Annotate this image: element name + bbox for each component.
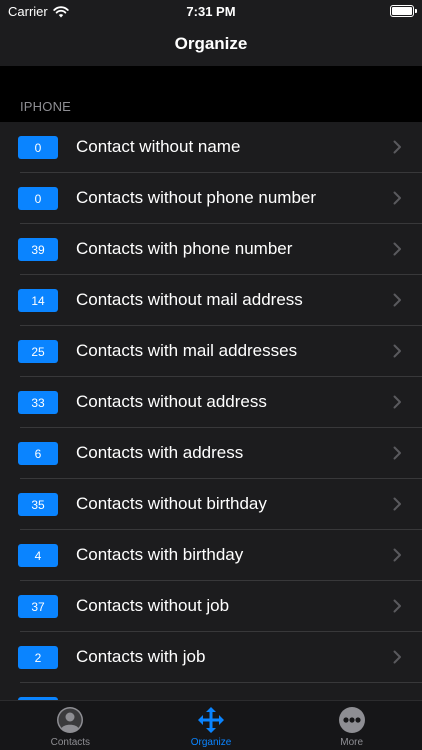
row-label: Contacts without birthday: [76, 494, 267, 513]
list-row-without-job[interactable]: 37 Contacts without job: [0, 581, 422, 632]
row-label: Contacts with phone number: [76, 239, 293, 258]
row-label: Contacts with address: [76, 443, 244, 462]
chevron-right-icon: [393, 548, 401, 562]
status-bar: Carrier 7:31 PM: [0, 0, 422, 24]
list-row-with-birthday[interactable]: 4 Contacts with birthday: [0, 530, 422, 581]
row-label: Contacts without address: [76, 392, 267, 411]
row-label: Contacts with mail addresses: [76, 341, 298, 360]
status-time: 7:31 PM: [186, 4, 236, 19]
section-header: IPHONE: [20, 99, 72, 114]
more-dots-icon: [338, 707, 365, 733]
chevron-right-icon: [393, 293, 401, 307]
count-badge: 37: [18, 595, 58, 618]
tab-organize[interactable]: Organize: [141, 701, 282, 750]
tab-label: Organize: [190, 737, 232, 748]
list-row-with-phone[interactable]: 39 Contacts with phone number: [0, 224, 422, 275]
tab-bar: Contacts Organize More: [0, 700, 422, 750]
count-badge: 0: [18, 136, 58, 159]
chevron-right-icon: [393, 395, 401, 409]
count-badge: 35: [18, 493, 58, 516]
count-badge: 6: [18, 442, 58, 465]
contacts-filter-list: 0 Contact without name 0 Contacts withou…: [0, 122, 422, 700]
list-row-without-mail[interactable]: 14 Contacts without mail address: [0, 275, 422, 326]
count-badge: 33: [18, 391, 58, 414]
list-row-with-job[interactable]: 2 Contacts with job: [0, 632, 422, 683]
list-row-partial[interactable]: [0, 683, 422, 700]
count-badge: 14: [18, 289, 58, 312]
list-row-without-address[interactable]: 33 Contacts without address: [0, 377, 422, 428]
list-row-without-phone[interactable]: 0 Contacts without phone number: [0, 173, 422, 224]
list-row-without-birthday[interactable]: 35 Contacts without birthday: [0, 479, 422, 530]
page-title: Organize: [174, 34, 248, 53]
tab-label: Contacts: [50, 737, 91, 748]
tab-more[interactable]: More: [281, 701, 422, 750]
row-label: Contacts without mail address: [76, 290, 303, 309]
list-row-with-mail[interactable]: 25 Contacts with mail addresses: [0, 326, 422, 377]
list-row-without-name[interactable]: 0 Contact without name: [0, 122, 422, 173]
chevron-right-icon: [393, 191, 401, 205]
row-label: Contact without name: [76, 137, 241, 156]
chevron-right-icon: [393, 242, 401, 256]
row-label: Contacts with job: [76, 647, 206, 666]
chevron-right-icon: [393, 446, 401, 460]
chevron-right-icon: [393, 344, 401, 358]
row-label: Contacts with birthday: [76, 545, 244, 564]
row-label: Contacts without phone number: [76, 188, 317, 207]
tab-label: More: [340, 737, 364, 748]
row-label: Contacts without job: [76, 596, 230, 615]
count-badge: 25: [18, 340, 58, 363]
count-badge: 0: [18, 187, 58, 210]
chevron-right-icon: [393, 140, 401, 154]
count-badge: 4: [18, 544, 58, 567]
chevron-right-icon: [393, 650, 401, 664]
count-badge: 2: [18, 646, 58, 669]
move-arrows-icon: [198, 707, 224, 733]
count-badge: 39: [18, 238, 58, 261]
chevron-right-icon: [393, 599, 401, 613]
tab-contacts[interactable]: Contacts: [0, 701, 141, 750]
chevron-right-icon: [393, 497, 401, 511]
navigation-bar: Organize: [0, 24, 422, 66]
list-row-with-address[interactable]: 6 Contacts with address: [0, 428, 422, 479]
battery-icon: [390, 5, 417, 17]
person-icon: [57, 707, 84, 733]
